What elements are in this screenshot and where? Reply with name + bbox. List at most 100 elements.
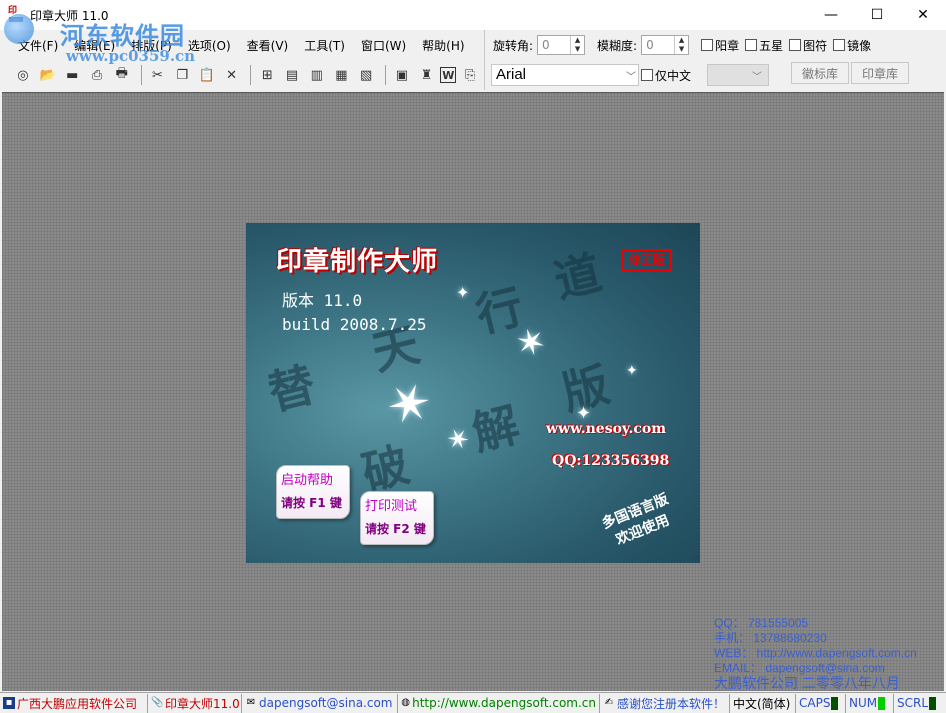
chevron-down-icon[interactable]: ﹀ <box>626 68 636 83</box>
minimize-button[interactable]: — <box>808 0 854 30</box>
blur-value: 0 <box>646 38 654 52</box>
info-email: EMAIL： dapengsoft@sina.com <box>714 661 885 675</box>
align-left-icon[interactable]: ▤ <box>281 64 303 86</box>
splash-qq: QQ:123356398 <box>552 453 670 469</box>
checkbox-mirror[interactable]: 镜像 <box>833 37 871 54</box>
leaf-icon: ✦ <box>626 363 638 379</box>
status-bar: ▪ 广西大鹏应用软件公司 📎 印章大师11.0 ✉ dapengsoft@sin… <box>0 692 946 713</box>
splash-stamp: 修正版 <box>622 249 672 271</box>
spinner-arrows-icon[interactable]: ▲ ▼ <box>674 36 688 54</box>
checkbox-box[interactable] <box>745 39 758 51</box>
library-tabs: 徽标库 印章库 <box>791 62 911 84</box>
status-product: 📎 印章大师11.0 <box>148 693 242 713</box>
close-button[interactable]: ✕ <box>900 0 946 30</box>
delete-icon[interactable]: ✕ <box>221 64 243 86</box>
leaf-icon: ✦ <box>456 283 470 302</box>
contact-info: QQ： 781555005 手机： 13788680230 WEB： http:… <box>714 616 917 691</box>
toolbar-separator <box>385 65 387 85</box>
menu-layout[interactable]: 排版(P) <box>123 37 180 54</box>
align-right-icon[interactable]: ▥ <box>306 64 328 86</box>
info-qq: QQ： 781555005 <box>714 616 809 630</box>
splash-screen[interactable]: 替 天 行 道 破 解 版 ✶ ✶ ✶ ✦ ✦ ✦ 印章制作大师 修正版 版本 … <box>246 223 700 563</box>
checkbox-box[interactable] <box>701 39 714 51</box>
splash-version: 版本 11.0 build 2008.7.25 <box>282 289 427 337</box>
title-bar: 印 印章大师 11.0 — ☐ ✕ <box>0 0 946 30</box>
status-company: ▪ 广西大鹏应用软件公司 <box>0 693 148 713</box>
menu-help[interactable]: 帮助(H) <box>414 37 472 54</box>
word-icon[interactable]: W <box>440 67 457 83</box>
font-value: Arial <box>496 66 527 83</box>
status-language: 中文(简体) <box>730 693 796 713</box>
cut-icon[interactable]: ✂ <box>147 64 169 86</box>
rotation-label: 旋转角: <box>493 38 534 53</box>
main-toolbar: ◎ 📂 ▬ ⎙ 🖶 ✂ ❐ 📋 ✕ ⊞ ▤ ▥ ▦ ▧ ▣ ♜ W ⎘ <box>0 60 484 90</box>
open-icon[interactable]: 📂 <box>37 64 59 86</box>
globe-icon: ◍ <box>401 697 410 708</box>
copy-icon[interactable]: ❐ <box>171 64 193 86</box>
new-icon[interactable]: ◎ <box>12 64 34 86</box>
help-f1-card[interactable]: 启动帮助 请按 F1 键 <box>276 465 350 519</box>
align-center-icon[interactable]: ⊞ <box>256 64 278 86</box>
export-icon[interactable]: ⎘ <box>459 64 481 86</box>
align-top-icon[interactable]: ▦ <box>331 64 353 86</box>
scrl-indicator <box>929 696 937 710</box>
status-website[interactable]: ◍ http://www.dapengsoft.com.cn <box>398 693 600 713</box>
checkbox-star[interactable]: 五星 <box>745 37 783 54</box>
paperclip-icon: 📎 <box>151 697 164 708</box>
menu-window[interactable]: 窗口(W) <box>353 37 414 54</box>
menu-file[interactable]: 文件(F) <box>16 37 66 54</box>
rotation-spinner[interactable]: 0 ▲ ▼ <box>537 35 586 55</box>
num-indicator <box>878 696 886 710</box>
window-title: 印章大师 11.0 <box>30 8 109 23</box>
chevron-down-icon[interactable]: ﹀ <box>752 68 762 83</box>
blur-spinner[interactable]: 0 ▲ ▼ <box>641 35 690 55</box>
image-icon[interactable]: ▣ <box>391 64 413 86</box>
menu-bar: 文件(F) 编辑(E) 排版(P) 选项(O) 查看(V) 工具(T) 窗口(W… <box>0 30 484 60</box>
print-icon[interactable]: 🖶 <box>111 64 133 86</box>
maximize-button[interactable]: ☐ <box>854 0 900 30</box>
rotation-value: 0 <box>542 38 550 52</box>
size-select[interactable]: ﹀ <box>707 64 770 86</box>
blur-label: 模糊度: <box>597 38 638 53</box>
splash-url: www.nesoy.com <box>546 421 667 437</box>
checkbox-box[interactable] <box>833 39 846 51</box>
seal-icon[interactable]: ♜ <box>416 64 438 86</box>
checkbox-chinese-only[interactable]: 仅中文 <box>641 67 691 84</box>
menu-edit[interactable]: 编辑(E) <box>66 37 123 54</box>
print-card-key: 请按 F2 键 <box>365 522 426 536</box>
paste-icon[interactable]: 📋 <box>196 64 218 86</box>
workspace-canvas[interactable]: 替 天 行 道 破 解 版 ✶ ✶ ✶ ✦ ✦ ✦ 印章制作大师 修正版 版本 … <box>2 92 944 691</box>
print-preview-icon[interactable]: ⎙ <box>86 64 108 86</box>
checkbox-symbol[interactable]: 图符 <box>789 37 827 54</box>
tab-seal-library[interactable]: 印章库 <box>851 62 910 84</box>
checkbox-box[interactable] <box>789 39 802 51</box>
checkbox-yang[interactable]: 阳章 <box>701 37 739 54</box>
stamp-app-icon[interactable]: 印 <box>8 7 24 23</box>
save-icon[interactable]: ▬ <box>61 64 83 86</box>
monitor-icon: ▪ <box>3 697 15 709</box>
version-text: 版本 11.0 <box>282 291 363 310</box>
font-select[interactable]: Arial ﹀ <box>491 64 639 86</box>
help-card-title: 启动帮助 <box>281 473 334 488</box>
menu-view[interactable]: 查看(V) <box>239 37 297 54</box>
print-f2-card[interactable]: 打印测试 请按 F2 键 <box>360 491 434 545</box>
checkbox-box[interactable] <box>641 69 653 81</box>
window-controls: — ☐ ✕ <box>808 0 946 30</box>
envelope-icon: ✉ <box>246 697 256 708</box>
align-bottom-icon[interactable]: ▧ <box>355 64 377 86</box>
splash-title: 印章制作大师 <box>276 247 439 277</box>
tab-logo-library[interactable]: 徽标库 <box>791 62 850 84</box>
toolbar-separator <box>250 65 252 85</box>
print-card-title: 打印测试 <box>365 499 418 514</box>
build-text: build 2008.7.25 <box>282 315 427 334</box>
status-email[interactable]: ✉ dapengsoft@sina.com <box>242 693 398 713</box>
info-web: WEB： http://www.dapengsoft.com.cn <box>714 646 917 660</box>
status-num: NUM <box>846 693 894 713</box>
splash-calligraphy: 替 <box>262 357 321 421</box>
help-card-key: 请按 F1 键 <box>281 496 342 510</box>
spinner-arrows-icon[interactable]: ▲ ▼ <box>570 36 584 54</box>
status-scrl: SCRL <box>894 694 946 713</box>
menu-options[interactable]: 选项(O) <box>180 37 239 54</box>
menu-tools[interactable]: 工具(T) <box>296 37 353 54</box>
splash-multi-language: 多国语言版 欢迎使用 <box>599 491 672 549</box>
